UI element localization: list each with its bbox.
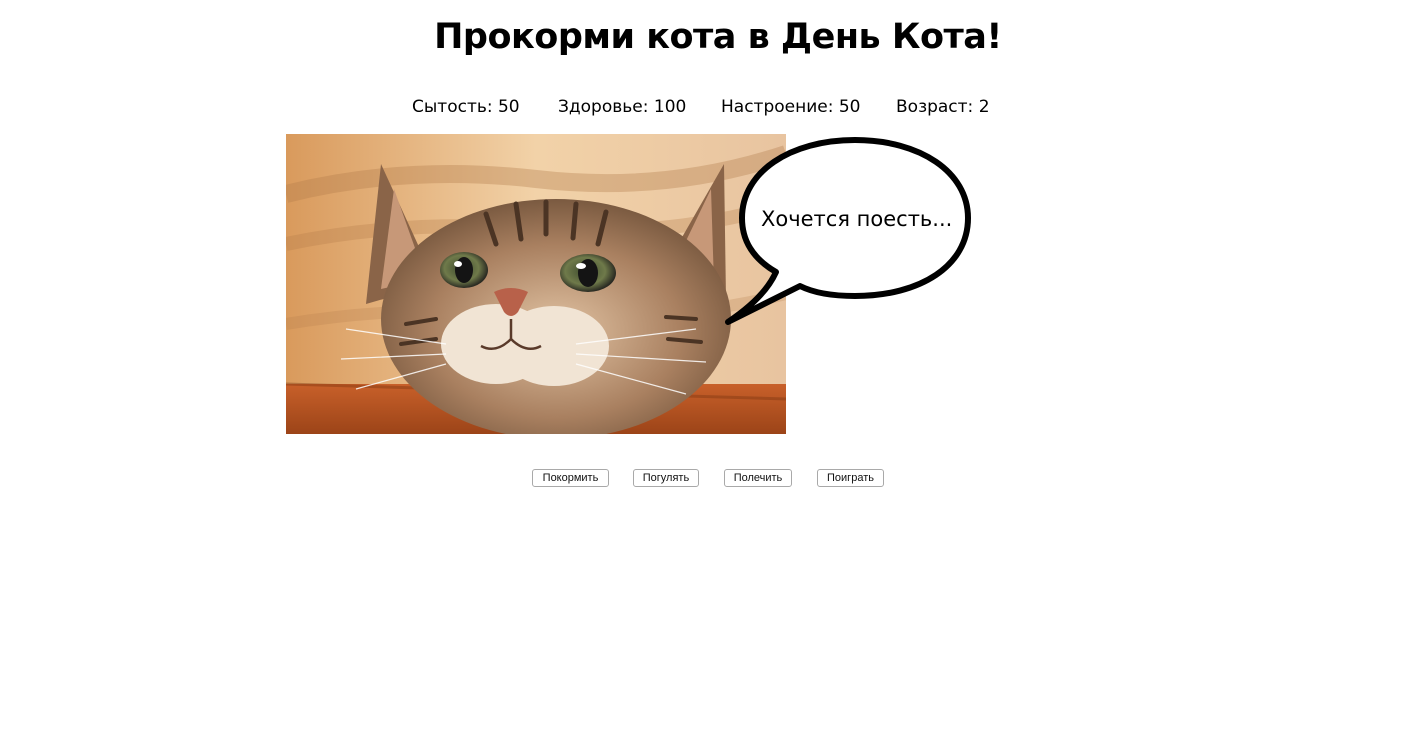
cat-photo [286, 134, 786, 434]
stat-health: Здоровье: 100 [558, 97, 687, 117]
walk-button[interactable]: Погулять [633, 469, 699, 487]
heal-button[interactable]: Полечить [724, 469, 792, 487]
feed-button[interactable]: Покормить [532, 469, 609, 487]
page: Прокорми кота в День Кота! Сытость: 50 З… [0, 0, 1409, 747]
play-button[interactable]: Поиграть [817, 469, 884, 487]
page-title: Прокорми кота в День Кота! [434, 17, 1002, 57]
stat-satiety: Сытость: 50 [412, 97, 520, 117]
stat-mood: Настроение: 50 [721, 97, 861, 117]
speech-bubble: Хочется поесть... [720, 136, 976, 330]
stat-age: Возраст: 2 [896, 97, 990, 117]
speech-bubble-text: Хочется поесть... [761, 207, 953, 231]
